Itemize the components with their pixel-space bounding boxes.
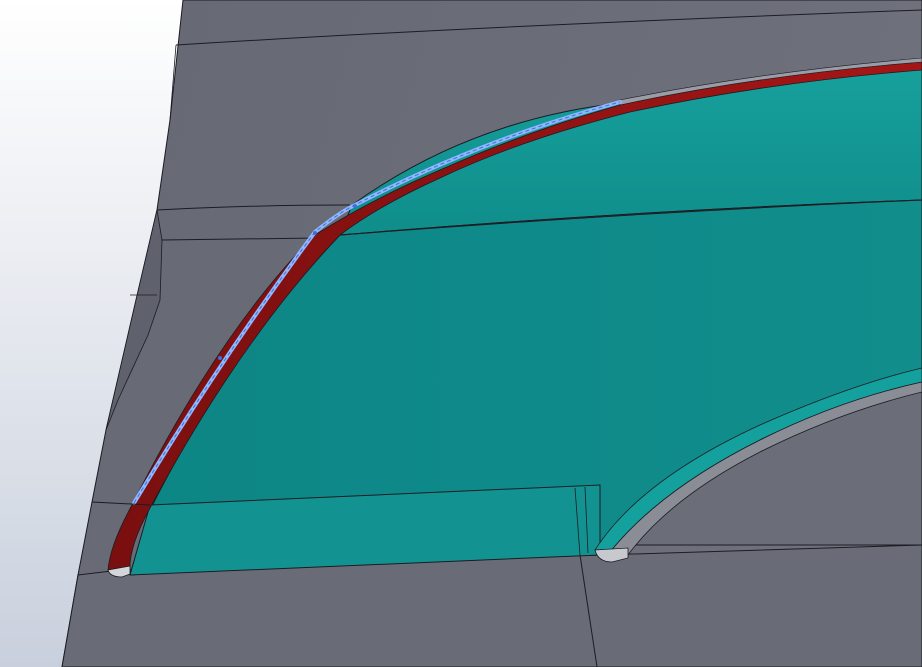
cad-model-scene[interactable] (0, 0, 922, 667)
edge-vertex-point[interactable] (313, 231, 317, 235)
edge-vertex-point[interactable] (353, 204, 357, 208)
edge-vertex-point[interactable] (218, 356, 222, 360)
cad-graphics-viewport[interactable] (0, 0, 922, 667)
